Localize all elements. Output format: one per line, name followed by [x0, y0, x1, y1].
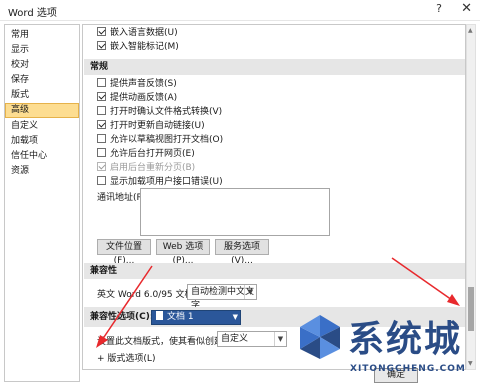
expand-icon[interactable]: + [97, 354, 105, 364]
checkbox-animation-feedback[interactable]: 提供动画反馈(A) [97, 92, 177, 105]
checkbox-draft-view[interactable]: 允许以草稿视图打开文档(O) [97, 134, 223, 147]
document-icon [156, 311, 163, 320]
scroll-up-icon[interactable]: ▲ [468, 27, 473, 34]
checkbox-icon [97, 162, 106, 171]
watermark-text: 系统城 [348, 319, 463, 360]
checkbox-icon[interactable] [97, 148, 106, 157]
sidebar-item-display[interactable]: 显示 [5, 43, 79, 58]
title-bar: Word 选项 ? ✕ [0, 0, 480, 21]
compat-options-doc-select[interactable]: 文档 1 ▼ [151, 310, 241, 325]
sidebar-item-advanced[interactable]: 高级 [5, 103, 79, 118]
checkbox-sound-feedback[interactable]: 提供声音反馈(S) [97, 78, 177, 91]
sidebar-item-trust-center[interactable]: 信任中心 [5, 149, 79, 164]
sidebar-item-proofing[interactable]: 校对 [5, 58, 79, 73]
chevron-down-icon[interactable]: ▼ [244, 285, 256, 299]
checkbox-embed-language[interactable]: 嵌入语言数据(U) [97, 27, 178, 40]
web-options-button[interactable]: Web 选项(P)... [156, 239, 210, 266]
checkbox-update-links[interactable]: 打开时更新自动链接(U) [97, 120, 205, 133]
section-compatibility: 兼容性 [84, 263, 465, 279]
checkbox-background-web[interactable]: 允许后台打开网页(E) [97, 148, 195, 161]
sidebar-item-customize[interactable]: 自定义 [5, 119, 79, 134]
watermark-url: XITONGCHENG.COM [350, 364, 466, 374]
checkbox-icon[interactable] [97, 176, 106, 185]
help-icon[interactable]: ? [436, 2, 442, 15]
checkbox-embed-smart-tags[interactable]: 嵌入智能标记(M) [97, 41, 179, 54]
close-icon[interactable]: ✕ [461, 1, 472, 16]
chevron-down-icon[interactable]: ▼ [274, 332, 286, 346]
checkbox-icon[interactable] [97, 92, 106, 101]
sidebar-item-resources[interactable]: 资源 [5, 164, 79, 179]
sidebar-item-addins[interactable]: 加载项 [5, 134, 79, 149]
sidebar-item-common[interactable]: 常用 [5, 28, 79, 43]
checkbox-icon[interactable] [97, 41, 106, 50]
checkbox-icon[interactable] [97, 78, 106, 87]
mailing-address-input[interactable] [140, 188, 330, 236]
compat-options-label: 兼容性选项(C): [90, 312, 154, 322]
window-title: Word 选项 [8, 8, 57, 19]
service-options-button[interactable]: 服务选项(V)... [215, 239, 269, 266]
watermark: 系统城 XITONGCHENG.COM [292, 309, 480, 385]
checkbox-background-repagination: 启用后台重新分页(B) [97, 162, 195, 175]
watermark-logo-icon [300, 315, 340, 359]
file-locations-button[interactable]: 文件位置(F)... [97, 239, 151, 266]
section-general: 常规 [84, 59, 465, 75]
checkbox-icon[interactable] [97, 120, 106, 129]
checkbox-icon[interactable] [97, 106, 106, 115]
checkbox-icon[interactable] [97, 134, 106, 143]
sidebar-item-save[interactable]: 保存 [5, 73, 79, 88]
layout-as-select[interactable]: 自定义 ▼ [217, 331, 287, 347]
sidebar-item-layout[interactable]: 版式 [5, 88, 79, 103]
compat-word-select[interactable]: 自动检测中文文字 ▼ [187, 284, 257, 311]
checkbox-icon[interactable] [97, 27, 106, 36]
checkbox-confirm-conversion[interactable]: 打开时确认文件格式转换(V) [97, 106, 222, 119]
layout-options-expander[interactable]: + 版式选项(L) [97, 351, 155, 364]
chevron-down-icon[interactable]: ▼ [233, 311, 238, 324]
options-sidebar: 常用 显示 校对 保存 版式 高级 自定义 加载项 信任中心 资源 [4, 24, 80, 382]
